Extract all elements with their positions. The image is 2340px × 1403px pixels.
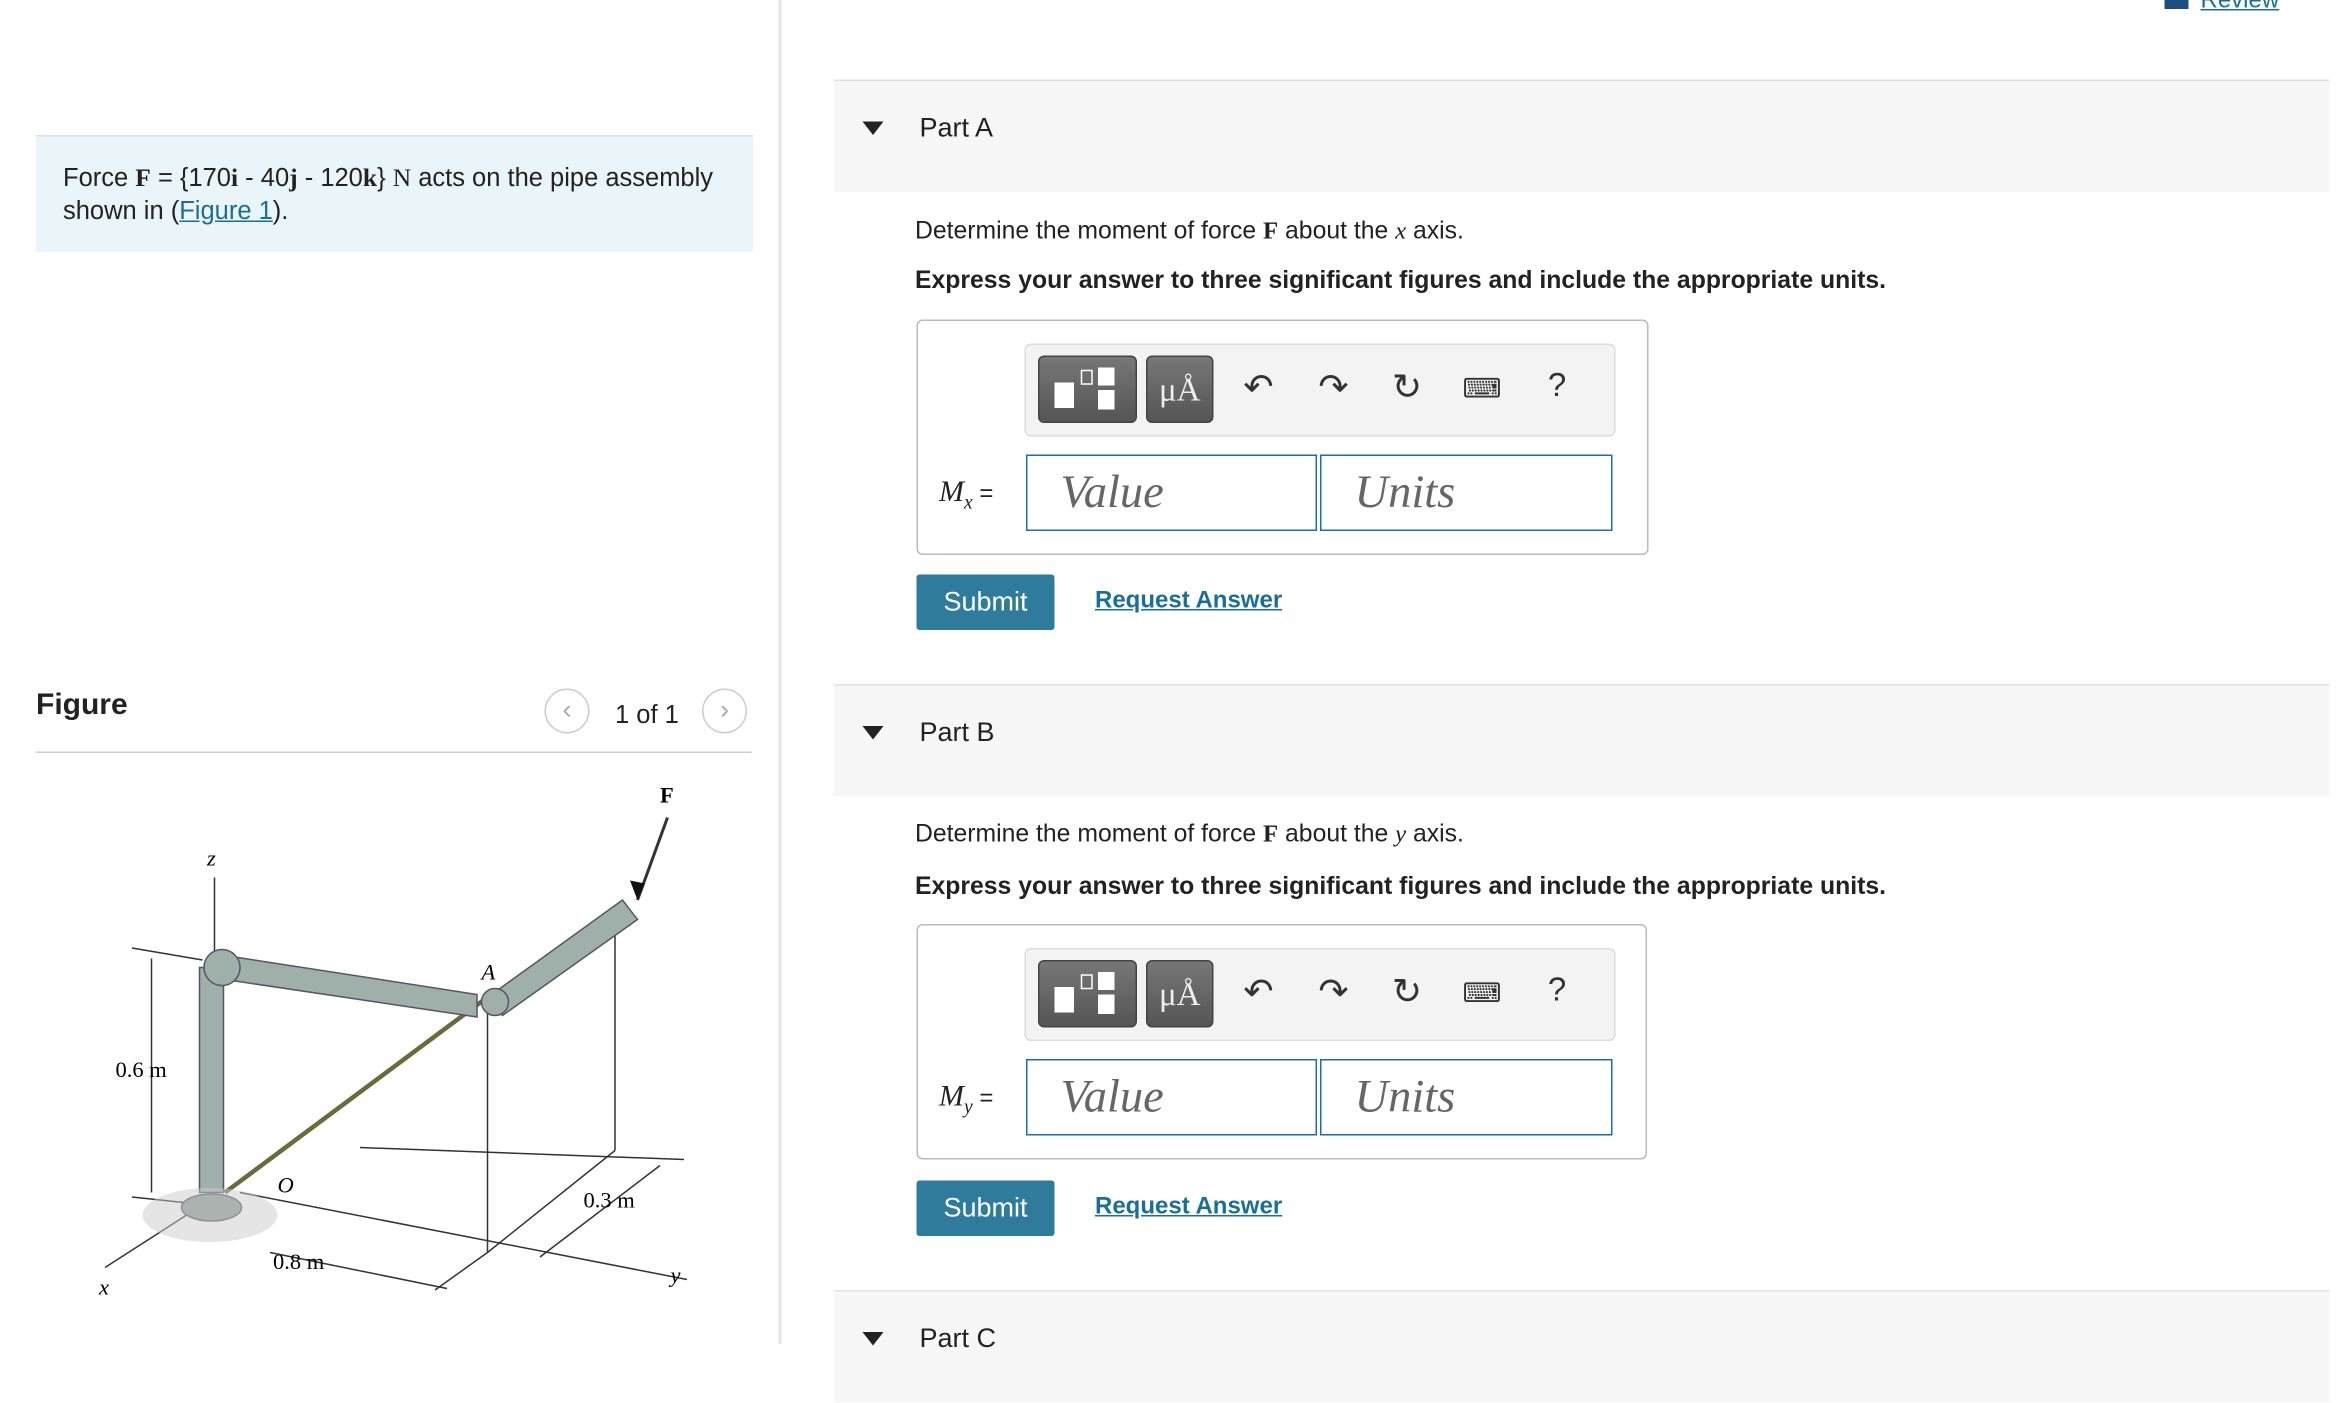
text: = (972, 1086, 994, 1112)
text: Force (63, 163, 136, 193)
text: N (392, 163, 412, 193)
text: F (135, 163, 151, 193)
label-width: 0.8 m (273, 1249, 325, 1274)
instruction: Express your answer to three significant… (915, 873, 1886, 900)
caret-down-icon (862, 726, 884, 740)
divider (36, 751, 752, 753)
review-link-text[interactable]: Review (2201, 0, 2280, 14)
prev-figure-button[interactable]: ‹ (544, 688, 590, 734)
keyboard-icon[interactable]: ⌨ (1460, 978, 1505, 1010)
problem-statement: Force F = {170i - 40j - 120k} N acts on … (36, 135, 753, 252)
label-F: F (660, 783, 674, 808)
label-y: y (669, 1263, 681, 1288)
request-answer-link[interactable]: Request Answer (1095, 1194, 1282, 1221)
text: about the (1278, 820, 1396, 848)
redo-icon[interactable]: ↷ (1311, 366, 1356, 410)
templates-icon (1054, 367, 1115, 410)
math-toolbar: μÅ ↶ ↷ ↻ ⌨ ? (1024, 948, 1616, 1041)
value-input[interactable]: Value (1026, 1059, 1317, 1136)
review-link[interactable]: Review (2164, 0, 2280, 15)
label-z: z (206, 846, 216, 871)
undo-icon[interactable]: ↶ (1236, 366, 1281, 410)
question-text: Determine the moment of force F about th… (915, 216, 1464, 246)
caret-down-icon (862, 121, 884, 135)
figure-pager: 1 of 1 (615, 700, 679, 730)
text: y (1395, 819, 1407, 848)
help-icon[interactable]: ? (1535, 971, 1580, 1010)
panel-divider[interactable] (778, 0, 782, 1344)
text: axis. (1406, 820, 1464, 848)
variable-label: Mx = (939, 476, 993, 515)
templates-button[interactable] (1038, 355, 1137, 423)
units-input[interactable]: Units (1320, 1059, 1613, 1136)
text: x (1395, 216, 1407, 245)
variable-label: My = (939, 1080, 993, 1119)
chevron-left-icon: ‹ (562, 694, 572, 725)
part-label: Part C (919, 1323, 997, 1353)
text: M (939, 475, 965, 509)
submit-button[interactable]: Submit (916, 1180, 1055, 1236)
request-answer-link[interactable]: Request Answer (1095, 588, 1282, 615)
text: } (377, 163, 393, 193)
templates-icon (1054, 972, 1115, 1014)
text: axis. (1406, 217, 1464, 245)
math-toolbar: μÅ ↶ ↷ ↻ ⌨ ? (1024, 343, 1616, 437)
answer-box: μÅ ↶ ↷ ↻ ⌨ ? Mx = Value Units (916, 319, 1649, 555)
part-label: Part B (919, 717, 995, 747)
answer-box: μÅ ↶ ↷ ↻ ⌨ ? My = Value Units (916, 924, 1647, 1160)
figure-link[interactable]: Figure 1 (179, 197, 273, 226)
text: i (231, 163, 239, 193)
text: M (939, 1080, 965, 1113)
next-figure-button[interactable]: › (702, 688, 747, 734)
value-input[interactable]: Value (1026, 454, 1317, 531)
label-O: O (278, 1173, 294, 1198)
part-b-header[interactable]: Part B (834, 684, 2330, 797)
part-c-header[interactable]: Part C (834, 1290, 2330, 1403)
units-button[interactable]: μÅ (1146, 960, 1214, 1028)
question-text: Determine the moment of force F about th… (915, 819, 1464, 849)
submit-button[interactable]: Submit (916, 574, 1055, 630)
templates-button[interactable] (1038, 960, 1137, 1028)
text: = {170 (150, 163, 231, 193)
part-label: Part A (919, 112, 994, 143)
redo-icon[interactable]: ↷ (1311, 971, 1356, 1015)
book-icon (2164, 0, 2189, 9)
reset-icon[interactable]: ↻ (1385, 971, 1430, 1015)
label-A: A (480, 960, 496, 985)
label-height: 0.6 m (116, 1057, 168, 1082)
label-depth: 0.3 m (584, 1188, 636, 1213)
text: = (972, 481, 994, 508)
pipe-assembly-figure: F z A O 0.6 m 0.3 m 0.8 m x y (98, 783, 688, 1300)
text: - 120 (297, 163, 363, 193)
units-input[interactable]: Units (1320, 454, 1613, 531)
text: ). (272, 196, 289, 226)
figure-title: Figure (36, 688, 128, 722)
text: - 40 (238, 163, 290, 193)
text: F (1263, 216, 1279, 245)
text: F (1263, 819, 1279, 848)
units-button[interactable]: μÅ (1146, 355, 1214, 423)
text: about the (1278, 217, 1396, 245)
chevron-right-icon: › (720, 694, 729, 725)
instruction: Express your answer to three significant… (915, 267, 1886, 294)
reset-icon[interactable]: ↻ (1385, 366, 1430, 410)
undo-icon[interactable]: ↶ (1236, 971, 1281, 1015)
caret-down-icon (862, 1332, 884, 1346)
text: Determine the moment of force (915, 820, 1264, 848)
text: k (362, 163, 378, 193)
part-a-header[interactable]: Part A (834, 79, 2330, 192)
text: Determine the moment of force (915, 217, 1264, 245)
label-x: x (98, 1275, 109, 1300)
help-icon[interactable]: ? (1535, 366, 1580, 405)
keyboard-icon[interactable]: ⌨ (1460, 374, 1505, 406)
